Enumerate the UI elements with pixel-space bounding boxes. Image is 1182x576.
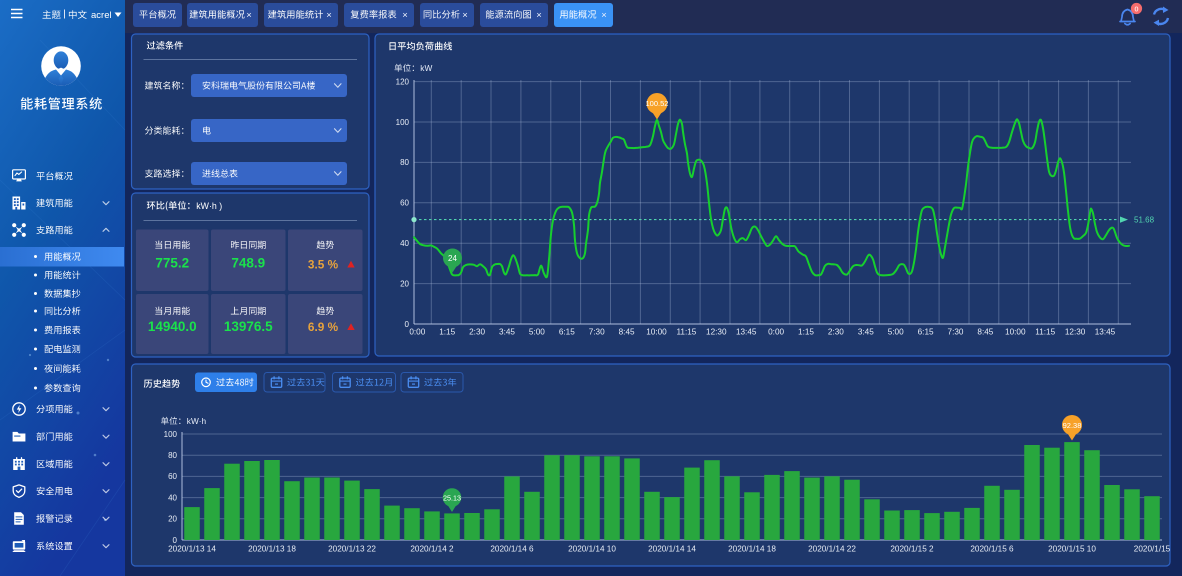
svg-text:12:30: 12:30 [1065, 328, 1086, 337]
svg-text:kW·h: kW·h [187, 416, 207, 426]
svg-text:120: 120 [396, 77, 410, 86]
svg-text:13976.5: 13976.5 [224, 319, 273, 334]
svg-text:1:15: 1:15 [439, 328, 455, 337]
svg-text:775.2: 775.2 [155, 256, 189, 271]
svg-text:7:30: 7:30 [589, 328, 605, 337]
svg-text:kW·h ): kW·h ) [196, 201, 222, 211]
svg-text:25.13: 25.13 [443, 493, 461, 502]
svg-text:0:00: 0:00 [768, 328, 784, 337]
svg-text:748.9: 748.9 [231, 256, 265, 271]
svg-text:14940.0: 14940.0 [148, 319, 197, 334]
svg-text:2020/1/14 10: 2020/1/14 10 [568, 545, 616, 554]
svg-text:100.52: 100.52 [646, 99, 669, 108]
svg-text:13:45: 13:45 [736, 328, 757, 337]
svg-text:2:30: 2:30 [828, 328, 844, 337]
svg-text:10:00: 10:00 [1005, 328, 1026, 337]
svg-text:40: 40 [400, 239, 409, 248]
svg-text:3:45: 3:45 [858, 328, 874, 337]
svg-text:5:00: 5:00 [529, 328, 545, 337]
svg-text:6:15: 6:15 [918, 328, 934, 337]
svg-text:7:30: 7:30 [948, 328, 964, 337]
svg-text:60: 60 [168, 472, 177, 481]
svg-text:40: 40 [168, 493, 177, 502]
svg-text:2020/1/13 22: 2020/1/13 22 [328, 545, 376, 554]
svg-text:60: 60 [400, 199, 409, 208]
svg-text:2020/1/14 6: 2020/1/14 6 [490, 545, 534, 554]
svg-text:acrel: acrel [91, 10, 112, 21]
svg-text:5:00: 5:00 [888, 328, 904, 337]
svg-text:0: 0 [1134, 4, 1138, 13]
svg-text:51.68: 51.68 [1134, 215, 1155, 224]
svg-text:2020/1/15 6: 2020/1/15 6 [970, 545, 1014, 554]
svg-text:92.38: 92.38 [1063, 421, 1082, 430]
svg-text:2020/1/15 2: 2020/1/15 2 [890, 545, 934, 554]
svg-text:2020/1/13 18: 2020/1/13 18 [248, 545, 296, 554]
svg-text:2020/1/14 14: 2020/1/14 14 [648, 545, 696, 554]
svg-text:2020/1/14 2: 2020/1/14 2 [410, 545, 454, 554]
svg-text:×: × [402, 10, 408, 21]
svg-text:2020/1/13 14: 2020/1/13 14 [168, 545, 216, 554]
svg-text:11:15: 11:15 [1035, 328, 1055, 337]
svg-text:80: 80 [400, 158, 409, 167]
svg-text:×: × [326, 10, 332, 21]
svg-text:8:45: 8:45 [619, 328, 635, 337]
svg-text:2020/1/15: 2020/1/15 [1134, 545, 1171, 554]
svg-text:20: 20 [168, 515, 177, 524]
svg-text:0: 0 [173, 536, 178, 545]
svg-text:2:30: 2:30 [469, 328, 485, 337]
svg-text:×: × [246, 10, 252, 21]
svg-text:3.5 %: 3.5 % [308, 258, 339, 272]
svg-text:2020/1/15 10: 2020/1/15 10 [1048, 545, 1096, 554]
svg-text:100: 100 [396, 118, 410, 127]
svg-text:0:00: 0:00 [409, 328, 425, 337]
svg-text:10:00: 10:00 [646, 328, 667, 337]
svg-text:2020/1/14 18: 2020/1/14 18 [728, 545, 776, 554]
svg-text:kW: kW [420, 63, 432, 73]
svg-text:2020/1/14 22: 2020/1/14 22 [808, 545, 856, 554]
svg-text:13:45: 13:45 [1095, 328, 1116, 337]
svg-text:100: 100 [164, 430, 178, 439]
svg-text:×: × [536, 10, 542, 21]
svg-text:1:15: 1:15 [798, 328, 814, 337]
svg-text:24: 24 [448, 254, 457, 263]
svg-text:12:30: 12:30 [706, 328, 727, 337]
svg-text:20: 20 [400, 279, 409, 288]
svg-text:6:15: 6:15 [559, 328, 575, 337]
svg-text:6.9 %: 6.9 % [308, 320, 339, 334]
svg-text:8:45: 8:45 [977, 328, 993, 337]
svg-text:11:15: 11:15 [676, 328, 696, 337]
svg-text:×: × [601, 10, 607, 21]
svg-text:×: × [462, 10, 468, 21]
svg-text:80: 80 [168, 451, 177, 460]
svg-text:3:45: 3:45 [499, 328, 515, 337]
